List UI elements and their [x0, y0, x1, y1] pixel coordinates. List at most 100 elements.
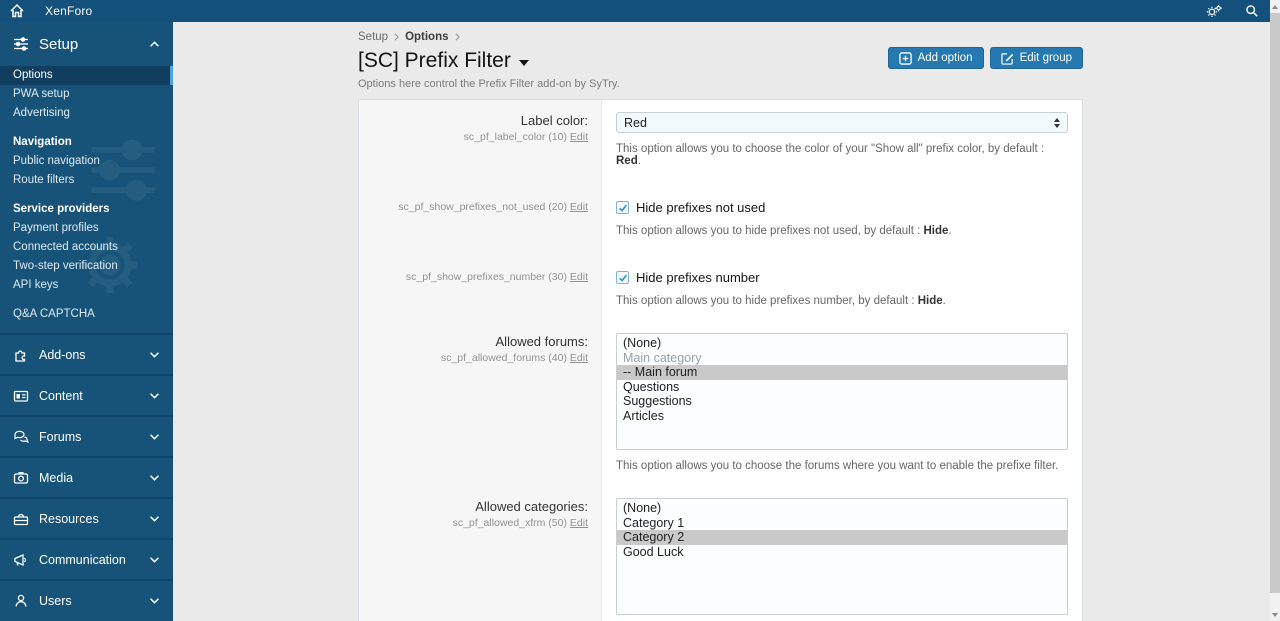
cards-icon — [13, 390, 29, 402]
label-cell: sc_pf_show_prefixes_number (30) Edit — [359, 251, 602, 321]
chevron-down-icon — [149, 433, 160, 440]
chevron-down-icon — [149, 474, 160, 481]
sidebar-section-users[interactable]: Users — [0, 579, 173, 620]
edit-option-link[interactable]: Edit — [570, 271, 588, 283]
toolbox-icon — [13, 513, 29, 525]
field-hint: sc_pf_label_color (10) Edit — [367, 131, 588, 143]
sidebar-section-label: Communication — [39, 552, 126, 567]
speech-bubbles-icon — [14, 430, 29, 443]
description-bold: Red — [616, 155, 638, 167]
listbox-option[interactable]: (None) — [617, 501, 1067, 516]
sidebar-item-public-navigation[interactable]: Public navigation — [0, 152, 173, 171]
hide-prefixes-not-used-checkbox-row[interactable]: Hide prefixes not used — [616, 200, 1068, 215]
field-description: This option allows you to choose the col… — [616, 143, 1068, 167]
chevron-down-icon — [149, 392, 160, 399]
description-text: This option allows you to hide prefixes … — [616, 225, 924, 237]
sidebar-group-navigation: Navigation — [13, 136, 72, 148]
title-dropdown-caret-icon[interactable] — [518, 59, 529, 66]
listbox-option[interactable]: (None) — [617, 336, 1067, 351]
listbox-option[interactable]: Category 1 — [617, 516, 1067, 531]
checkbox-label: Hide prefixes number — [636, 270, 760, 285]
brand-xenforo[interactable]: XenForo — [35, 4, 102, 18]
field-hint: sc_pf_show_prefixes_not_used (20) Edit — [367, 201, 588, 213]
description-bold: Hide — [917, 295, 943, 307]
select-value: Red — [624, 115, 647, 130]
breadcrumb: Setup Options — [358, 22, 1083, 43]
sidebar-collapsed-sections: Add-ons Content Forums Media Resources C… — [0, 333, 173, 620]
plus-square-icon — [898, 51, 912, 65]
option-id: sc_pf_label_color (10) — [463, 131, 567, 143]
camera-icon — [13, 471, 29, 484]
listbox-option[interactable]: Good Luck — [617, 545, 1067, 560]
sidebar-section-resources[interactable]: Resources — [0, 497, 173, 538]
sidebar-section-label: Users — [39, 593, 72, 608]
label-cell: Allowed categories: sc_pf_allowed_xfrm (… — [359, 486, 602, 621]
home-icon[interactable] — [0, 3, 35, 19]
checkbox-checked-icon[interactable] — [616, 271, 629, 284]
sidebar-section-media[interactable]: Media — [0, 456, 173, 497]
scrollbar-thumb[interactable] — [1270, 13, 1280, 593]
scrollbar-up-arrow-icon[interactable] — [1270, 0, 1280, 13]
select-updown-icon — [1054, 117, 1060, 128]
sidebar-item-route-filters[interactable]: Route filters — [0, 171, 173, 190]
header-buttons: Add option Edit group — [887, 47, 1083, 69]
edit-option-link[interactable]: Edit — [570, 131, 588, 143]
main-area: Setup Options [SC] Prefix Filter Options… — [173, 22, 1270, 621]
listbox-option[interactable]: Main category — [617, 351, 1067, 366]
option-id: sc_pf_show_prefixes_number (30) — [405, 271, 567, 283]
description-text: . — [942, 295, 946, 307]
sidebar-section-label: Media — [39, 470, 74, 485]
listbox-option[interactable]: Questions — [617, 380, 1067, 395]
search-icon[interactable] — [1234, 0, 1270, 22]
listbox-option-selected[interactable]: Category 2 — [617, 530, 1067, 545]
edit-option-link[interactable]: Edit — [570, 352, 588, 364]
label-cell: Allowed forums: sc_pf_allowed_forums (40… — [359, 321, 602, 486]
sidebar-item-payment-profiles[interactable]: Payment profiles — [0, 219, 173, 238]
description-bold: Hide — [923, 225, 949, 237]
description-text: This option allows you to hide prefixes … — [616, 295, 918, 307]
scrollbar-down-arrow-icon[interactable] — [1270, 608, 1280, 621]
edit-option-link[interactable]: Edit — [570, 517, 588, 529]
sidebar-section-communication[interactable]: Communication — [0, 538, 173, 579]
allowed-categories-listbox[interactable]: (None) Category 1 Category 2 Good Luck — [616, 498, 1068, 615]
sidebar-section-add-ons[interactable]: Add-ons — [0, 333, 173, 374]
options-form: Label color: sc_pf_label_color (10) Edit… — [358, 99, 1083, 621]
sidebar-item-connected-accounts[interactable]: Connected accounts — [0, 238, 173, 257]
label-color-select[interactable]: Red — [616, 112, 1068, 133]
sidebar-item-pwa-setup[interactable]: PWA setup — [0, 85, 173, 104]
listbox-option-selected[interactable]: -- Main forum — [617, 365, 1067, 380]
chevron-up-icon — [149, 40, 160, 48]
field-description: This option allows you to hide prefixes … — [616, 295, 1068, 307]
sidebar-item-advertising[interactable]: Advertising — [0, 104, 173, 123]
page-scrollbar[interactable] — [1270, 0, 1280, 621]
option-id: sc_pf_allowed_forums (40) — [440, 352, 567, 364]
listbox-option[interactable]: Articles — [617, 409, 1067, 424]
top-bar: XenForo — [0, 0, 1270, 22]
sidebar-section-content[interactable]: Content — [0, 374, 173, 415]
sidebar-item-qa-captcha[interactable]: Q&A CAPTCHA — [0, 305, 173, 324]
page-title: [SC] Prefix Filter — [358, 49, 511, 72]
allowed-forums-listbox[interactable]: (None) Main category -- Main forum Quest… — [616, 333, 1068, 450]
checkbox-checked-icon[interactable] — [616, 201, 629, 214]
edit-option-link[interactable]: Edit — [570, 201, 588, 213]
sidebar-section-forums[interactable]: Forums — [0, 415, 173, 456]
sidebar-setup-label: Setup — [39, 35, 79, 53]
sidebar-item-options[interactable]: Options — [0, 66, 173, 85]
label-cell: Label color: sc_pf_label_color (10) Edit — [359, 100, 602, 181]
listbox-option[interactable]: Suggestions — [617, 394, 1067, 409]
chevron-down-icon — [149, 351, 160, 358]
hide-prefixes-number-checkbox-row[interactable]: Hide prefixes number — [616, 270, 1068, 285]
sidebar-section-label: Resources — [39, 511, 99, 526]
sidebar-section-setup[interactable]: Setup — [0, 22, 173, 66]
breadcrumb-setup[interactable]: Setup — [358, 31, 388, 43]
breadcrumb-options[interactable]: Options — [405, 31, 448, 43]
field-hint: sc_pf_allowed_forums (40) Edit — [367, 352, 588, 364]
person-icon — [15, 594, 27, 607]
label-cell: sc_pf_show_prefixes_not_used (20) Edit — [359, 181, 602, 251]
add-option-button[interactable]: Add option — [887, 47, 984, 69]
sidebar-item-two-step-verification[interactable]: Two-step verification — [0, 257, 173, 276]
field-description: This option allows you to hide prefixes … — [616, 225, 1068, 237]
sidebar-item-api-keys[interactable]: API keys — [0, 276, 173, 295]
edit-group-button[interactable]: Edit group — [989, 47, 1083, 69]
gears-icon[interactable] — [1195, 0, 1234, 22]
